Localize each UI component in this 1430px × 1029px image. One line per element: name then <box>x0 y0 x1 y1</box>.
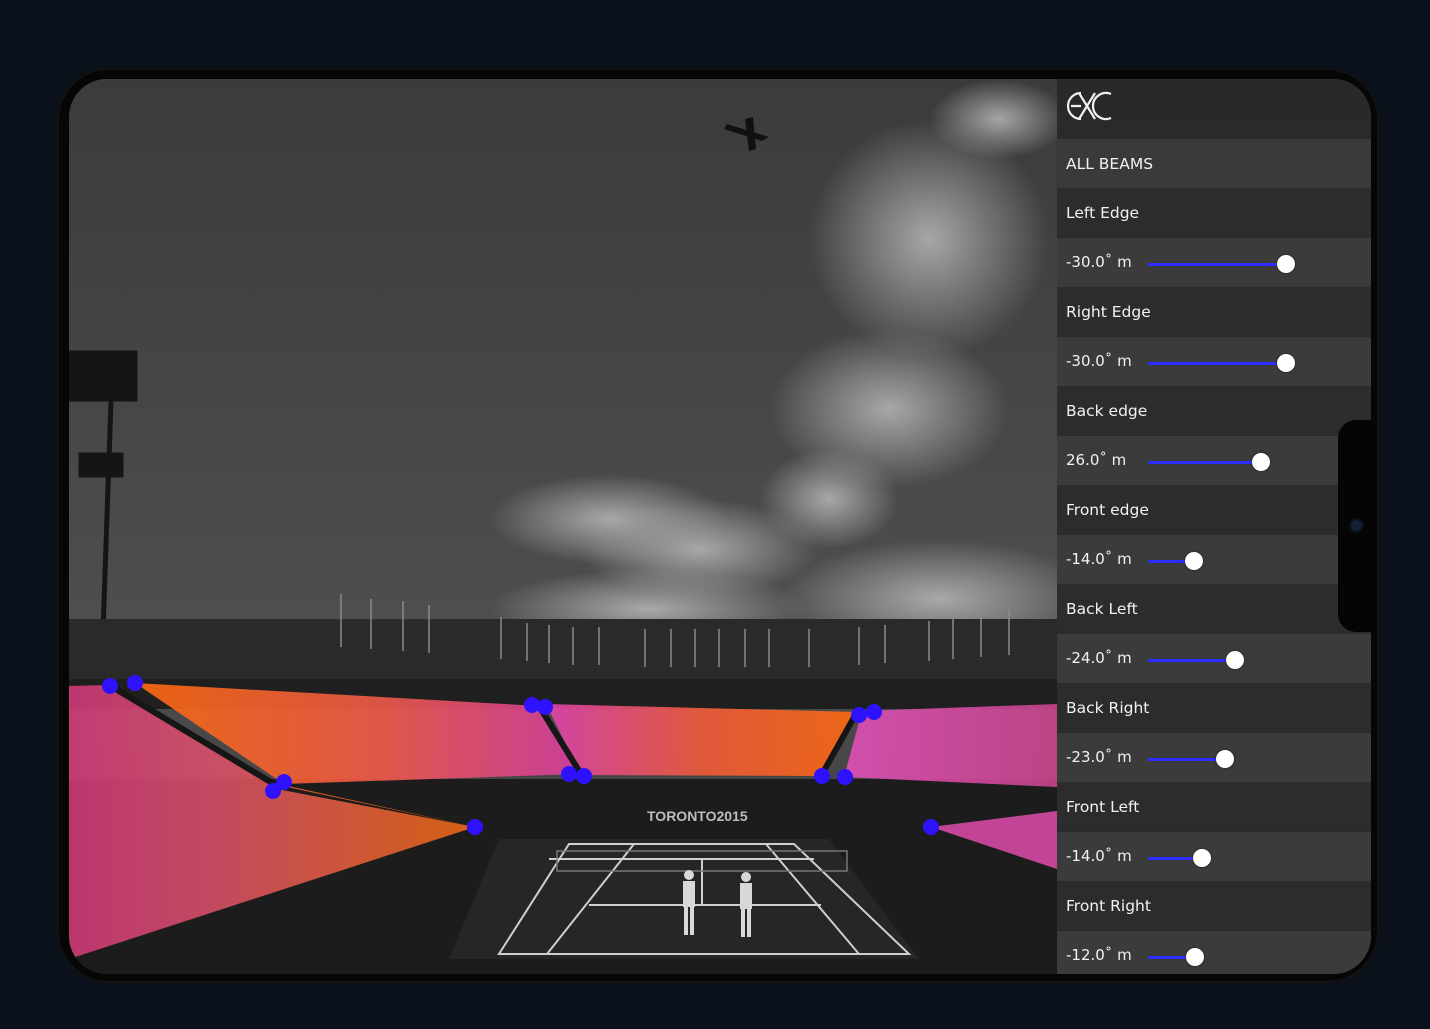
all-beams-header[interactable]: ALL BEAMS <box>1057 139 1371 188</box>
control-label: Right Edge <box>1057 287 1371 336</box>
handle-point <box>276 774 292 790</box>
slider-row: -23.0˚ m <box>1057 732 1371 782</box>
slider-value: -14.0˚ m <box>1066 550 1132 568</box>
slider-track[interactable] <box>1148 262 1286 266</box>
slider-row: -24.0˚ m <box>1057 633 1371 683</box>
handle-point <box>576 768 592 784</box>
slider-row: -12.0˚ m <box>1057 930 1371 974</box>
slider-value: -30.0˚ m <box>1066 352 1132 370</box>
exc-logo <box>1066 91 1112 121</box>
slider-track[interactable] <box>1148 757 1225 761</box>
slider-value: -14.0˚ m <box>1066 847 1132 865</box>
slider-knob[interactable] <box>1216 749 1234 768</box>
handle-point <box>923 819 939 835</box>
slider-track[interactable] <box>1148 658 1235 662</box>
camera-icon <box>1351 520 1362 531</box>
control-label: Back edge <box>1057 386 1371 435</box>
slider-knob[interactable] <box>1186 947 1204 966</box>
slider-row: -14.0˚ m <box>1057 534 1371 584</box>
upper-stand <box>69 619 1057 689</box>
control-label: Left Edge <box>1057 188 1371 237</box>
handle-point <box>837 769 853 785</box>
slider-value: -30.0˚ m <box>1066 253 1132 271</box>
control-label: Back Right <box>1057 683 1371 732</box>
slider-track[interactable] <box>1148 460 1261 464</box>
control-label: Back Left <box>1057 584 1371 633</box>
slider-value: -12.0˚ m <box>1066 946 1132 964</box>
handle-point <box>467 819 483 835</box>
slider-knob[interactable] <box>1226 650 1244 669</box>
slider-row: 26.0˚ m <box>1057 435 1371 485</box>
handle-point <box>814 768 830 784</box>
slider-track[interactable] <box>1148 361 1286 365</box>
slider-knob[interactable] <box>1193 848 1211 867</box>
handle-point <box>102 678 118 694</box>
slider-row: -14.0˚ m <box>1057 831 1371 881</box>
handle-point <box>561 766 577 782</box>
stadium-banner: TORONTO2015 <box>647 808 748 824</box>
slider-knob[interactable] <box>1277 353 1295 372</box>
beam-center <box>546 704 857 776</box>
control-label: Front Right <box>1057 881 1371 930</box>
slider-knob[interactable] <box>1252 452 1270 471</box>
handle-point <box>127 675 143 691</box>
handle-point <box>866 704 882 720</box>
tablet-screen: TORONTO2015 ALL BEAMS Left Edge -30.0˚ m… <box>69 79 1371 974</box>
slider-value: -23.0˚ m <box>1066 748 1132 766</box>
handle-point <box>851 707 867 723</box>
slider-value: -24.0˚ m <box>1066 649 1132 667</box>
beam-control-panel: ALL BEAMS Left Edge -30.0˚ m Right Edge -30… <box>1057 79 1371 974</box>
slider-knob[interactable] <box>1277 254 1295 273</box>
control-label: Front Left <box>1057 782 1371 831</box>
slider-value: 26.0˚ m <box>1066 451 1127 469</box>
slider-row: -30.0˚ m <box>1057 336 1371 386</box>
handle-point <box>537 699 553 715</box>
slider-knob[interactable] <box>1185 551 1203 570</box>
slider-row: -30.0˚ m <box>1057 237 1371 287</box>
control-label: Front edge <box>1057 485 1371 534</box>
